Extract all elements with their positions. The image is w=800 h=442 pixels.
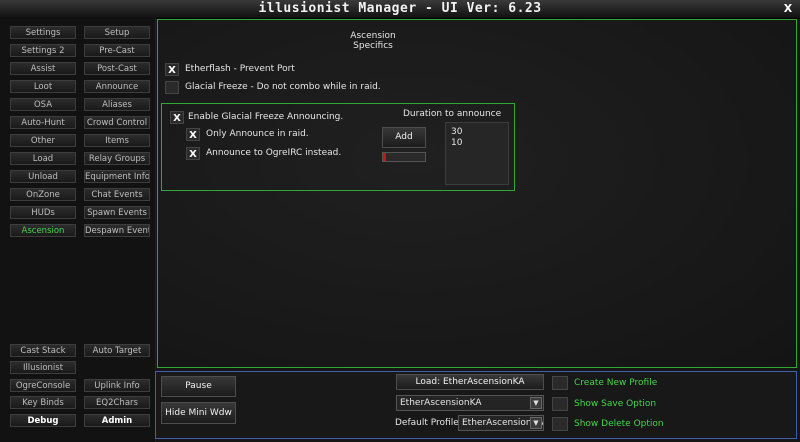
- list-item[interactable]: 10: [451, 138, 503, 149]
- sidebar-item-post-cast[interactable]: Post-Cast: [84, 62, 150, 75]
- sidebar: Settings Setup Settings 2 Pre-Cast Assis…: [0, 18, 156, 442]
- load-profile-button[interactable]: Load: EtherAscensionKA: [396, 374, 544, 390]
- pause-button[interactable]: Pause: [161, 376, 236, 397]
- sidebar-item-crowd-control[interactable]: Crowd Control: [84, 116, 150, 129]
- default-profile-select[interactable]: EtherAscensionKA ▼: [458, 415, 544, 431]
- duration-progress: [382, 152, 426, 162]
- create-profile-checkbox[interactable]: [552, 376, 568, 390]
- sidebar-item-relay-groups[interactable]: Relay Groups: [84, 152, 150, 165]
- sidebar-item-settings[interactable]: Settings: [10, 26, 76, 39]
- enable-announce-label: Enable Glacial Freeze Announcing.: [188, 112, 344, 122]
- duration-progress-fill: [383, 153, 387, 161]
- sidebar-item-auto-hunt[interactable]: Auto-Hunt: [10, 116, 76, 129]
- sidebar-item-uplink-info[interactable]: Uplink Info: [84, 379, 150, 392]
- show-save-label[interactable]: Show Save Option: [574, 399, 656, 409]
- sidebar-item-osa[interactable]: OSA: [10, 98, 76, 111]
- close-button[interactable]: X: [780, 1, 796, 17]
- show-delete-checkbox[interactable]: [552, 417, 568, 431]
- chevron-down-icon[interactable]: ▼: [530, 417, 542, 429]
- sidebar-item-chat-events[interactable]: Chat Events: [84, 188, 150, 201]
- sidebar-item-unload[interactable]: Unload: [10, 170, 76, 183]
- sidebar-item-load[interactable]: Load: [10, 152, 76, 165]
- raid-only-checkbox[interactable]: X: [186, 128, 200, 141]
- sidebar-item-illusionist[interactable]: Illusionist: [10, 361, 76, 374]
- window-title: illusionist Manager - UI Ver: 6.23: [258, 1, 542, 16]
- show-delete-label[interactable]: Show Delete Option: [574, 419, 664, 429]
- sidebar-item-spawn-events[interactable]: Spawn Events: [84, 206, 150, 219]
- etherflash-label: Etherflash - Prevent Port: [185, 64, 295, 74]
- create-profile-label[interactable]: Create New Profile: [574, 378, 657, 388]
- sidebar-item-despawn-event[interactable]: Despawn Event: [84, 224, 150, 237]
- title-bar: illusionist Manager - UI Ver: 6.23 X: [0, 0, 800, 19]
- raid-only-label: Only Announce in raid.: [206, 129, 309, 139]
- sidebar-item-cast-stack[interactable]: Cast Stack: [10, 344, 76, 357]
- sidebar-item-huds[interactable]: HUDs: [10, 206, 76, 219]
- ogreirc-label: Announce to OgreIRC instead.: [206, 148, 342, 158]
- sidebar-item-other[interactable]: Other: [10, 134, 76, 147]
- sidebar-item-equipment-info[interactable]: Equipment Info: [84, 170, 150, 183]
- sidebar-item-ogre-console[interactable]: OgreConsole: [10, 379, 76, 392]
- sidebar-item-loot[interactable]: Loot: [10, 80, 76, 93]
- profile-panel: Pause Hide Mini Wdw Load: EtherAscension…: [155, 371, 797, 439]
- chevron-down-icon[interactable]: ▼: [530, 397, 542, 409]
- sidebar-item-auto-target[interactable]: Auto Target: [84, 344, 150, 357]
- ogreirc-checkbox[interactable]: X: [186, 147, 200, 160]
- section-title: Ascension Specifics: [350, 31, 396, 51]
- sidebar-item-key-binds[interactable]: Key Binds: [10, 396, 76, 409]
- hide-mini-window-button[interactable]: Hide Mini Wdw: [161, 402, 236, 424]
- duration-list[interactable]: 30 10: [445, 122, 509, 185]
- debug-button[interactable]: Debug: [10, 414, 76, 427]
- sidebar-item-announce[interactable]: Announce: [84, 80, 150, 93]
- sidebar-item-assist[interactable]: Assist: [10, 62, 76, 75]
- list-item[interactable]: 30: [451, 127, 503, 138]
- duration-title: Duration to announce: [403, 109, 502, 119]
- profile-select[interactable]: EtherAscensionKA ▼: [396, 395, 544, 411]
- sidebar-item-items[interactable]: Items: [84, 134, 150, 147]
- admin-button[interactable]: Admin: [84, 414, 150, 427]
- sidebar-item-ascension[interactable]: Ascension: [10, 224, 76, 237]
- ascension-panel: Ascension Specifics X Etherflash - Preve…: [157, 19, 797, 368]
- enable-announce-checkbox[interactable]: X: [170, 111, 184, 124]
- show-save-checkbox[interactable]: [552, 397, 568, 411]
- sidebar-item-setup[interactable]: Setup: [84, 26, 150, 39]
- default-profile-label: Default Profile:: [395, 418, 462, 428]
- sidebar-item-eq2chars[interactable]: EQ2Chars: [84, 396, 150, 409]
- glacial-combo-checkbox[interactable]: [165, 81, 179, 94]
- glacial-combo-label: Glacial Freeze - Do not combo while in r…: [185, 82, 381, 92]
- sidebar-item-settings-2[interactable]: Settings 2: [10, 44, 76, 57]
- etherflash-checkbox[interactable]: X: [165, 63, 179, 76]
- add-button[interactable]: Add: [382, 127, 426, 148]
- sidebar-item-onzone[interactable]: OnZone: [10, 188, 76, 201]
- sidebar-item-aliases[interactable]: Aliases: [84, 98, 150, 111]
- sidebar-item-pre-cast[interactable]: Pre-Cast: [84, 44, 150, 57]
- profile-select-value: EtherAscensionKA: [400, 398, 482, 408]
